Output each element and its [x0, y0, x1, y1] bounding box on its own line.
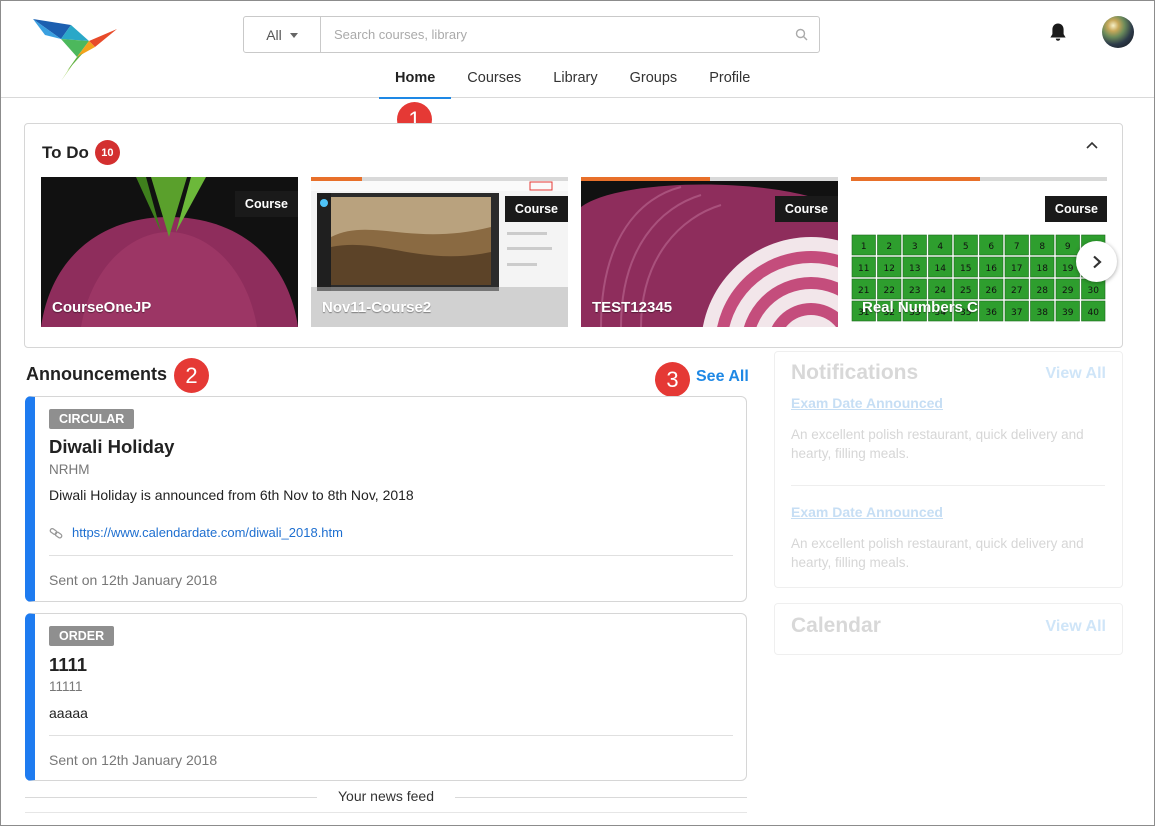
notifications-panel: Notifications View All Exam Date Announc…: [774, 351, 1123, 588]
course-progress-bar: [581, 177, 838, 181]
todo-panel: To Do 10 Course CourseOneJP Course Nov11…: [24, 123, 1123, 348]
course-badge: Course: [774, 196, 838, 222]
svg-text:17: 17: [1011, 264, 1022, 274]
announcement-card[interactable]: CIRCULAR Diwali Holiday NRHM Diwali Holi…: [25, 396, 747, 602]
announcement-tag: ORDER: [49, 626, 115, 646]
see-all-link[interactable]: See All: [696, 368, 749, 386]
svg-text:16: 16: [986, 264, 998, 274]
callout-marker-3: 3: [655, 362, 690, 397]
svg-text:2: 2: [886, 242, 892, 252]
course-card-title: TEST12345: [592, 299, 673, 316]
chevron-up-icon[interactable]: [1082, 136, 1102, 156]
calendar-view-all-link[interactable]: View All: [1046, 618, 1106, 636]
course-progress-bar: [311, 177, 568, 181]
todo-carousel: Course CourseOneJP Course Nov11-Course2 …: [41, 177, 1107, 327]
svg-text:9: 9: [1065, 242, 1071, 252]
course-card-title: Real Numbers C: [862, 299, 978, 316]
svg-text:5: 5: [963, 242, 969, 252]
announcement-link[interactable]: https://www.calendardate.com/diwali_2018…: [72, 525, 343, 540]
course-card[interactable]: 1234567891011121314151617181920212223242…: [851, 177, 1107, 327]
search-icon[interactable]: [783, 17, 819, 52]
svg-text:3: 3: [912, 242, 918, 252]
course-badge: Course: [234, 191, 298, 217]
svg-text:4: 4: [937, 242, 943, 252]
todo-count-badge: 10: [94, 140, 120, 165]
course-card-title: CourseOneJP: [52, 299, 152, 316]
course-badge: Course: [504, 196, 568, 222]
link-icon: [49, 527, 63, 539]
chevron-right-icon: [1092, 255, 1102, 268]
svg-text:15: 15: [960, 264, 971, 274]
search-bar: All: [243, 16, 820, 53]
caret-down-icon: [289, 33, 298, 38]
news-feed-separator: Your news feed: [25, 788, 747, 806]
search-filter-label: All: [266, 26, 282, 43]
search-input[interactable]: [321, 17, 783, 52]
notifications-title: Notifications: [791, 361, 919, 384]
nav-home[interactable]: Home: [379, 59, 452, 99]
todo-title: To Do: [42, 142, 89, 162]
svg-text:6: 6: [988, 242, 994, 252]
svg-text:11: 11: [858, 264, 869, 274]
todo-heading: To Do 10: [42, 140, 120, 165]
notification-text: An excellent polish restaurant, quick de…: [791, 536, 1084, 570]
nav-courses[interactable]: Courses: [451, 59, 537, 98]
announcement-title: 1111: [49, 654, 88, 675]
divider: [25, 812, 747, 813]
divider: [49, 555, 733, 556]
calendar-panel: Calendar View All: [774, 603, 1123, 655]
divider: [791, 485, 1105, 486]
nav-groups[interactable]: Groups: [614, 59, 694, 98]
announcement-tag: CIRCULAR: [49, 409, 135, 429]
main-nav: Home Courses Library Groups Profile: [379, 59, 766, 99]
course-card[interactable]: Course CourseOneJP: [41, 177, 298, 327]
nav-profile[interactable]: Profile: [693, 59, 766, 98]
news-feed-label: Your news feed: [338, 788, 434, 804]
announcement-title: Diwali Holiday: [49, 436, 175, 457]
course-card[interactable]: Course TEST12345: [581, 177, 838, 327]
svg-text:7: 7: [1014, 242, 1020, 252]
user-avatar[interactable]: [1102, 16, 1134, 48]
course-progress-bar: [851, 177, 1107, 181]
announcements-title: Announcements: [26, 364, 168, 384]
course-card[interactable]: Course Nov11-Course2: [311, 177, 568, 327]
svg-text:19: 19: [1062, 264, 1074, 274]
divider: [455, 797, 747, 798]
svg-text:14: 14: [935, 264, 947, 274]
nav-library[interactable]: Library: [537, 59, 613, 98]
announcement-link-row: https://www.calendardate.com/diwali_2018…: [49, 525, 343, 540]
course-badge: Course: [1044, 196, 1107, 222]
notifications-view-all-link[interactable]: View All: [1046, 365, 1106, 383]
course-card-title: Nov11-Course2: [311, 287, 568, 327]
svg-text:12: 12: [884, 264, 895, 274]
announcement-source: NRHM: [49, 462, 90, 477]
notification-title-link[interactable]: Exam Date Announced: [791, 504, 943, 520]
callout-marker-2: 2: [174, 358, 209, 393]
announcement-source: 11111: [49, 679, 83, 694]
search-filter-dropdown[interactable]: All: [244, 17, 321, 52]
calendar-title: Calendar: [791, 614, 881, 637]
announcement-sent-date: Sent on 12th January 2018: [49, 572, 218, 588]
svg-text:18: 18: [1037, 264, 1049, 274]
announcement-card[interactable]: ORDER 1111 11111 aaaaa Sent on 12th Janu…: [25, 613, 747, 781]
announcement-body: Diwali Holiday is announced from 6th Nov…: [49, 487, 414, 503]
notification-text: An excellent polish restaurant, quick de…: [791, 427, 1084, 461]
announcement-sent-date: Sent on 12th January 2018: [49, 752, 218, 768]
hummingbird-logo[interactable]: [31, 17, 121, 83]
divider: [49, 735, 733, 736]
notification-title-link[interactable]: Exam Date Announced: [791, 395, 943, 411]
announcement-body: aaaaa: [49, 705, 88, 721]
bell-icon[interactable]: [1047, 21, 1069, 43]
svg-text:13: 13: [909, 264, 920, 274]
carousel-next-button[interactable]: [1076, 241, 1117, 282]
svg-text:1: 1: [861, 242, 867, 252]
top-header: All Home Courses Library Groups Profile: [1, 1, 1154, 99]
svg-text:8: 8: [1039, 242, 1045, 252]
